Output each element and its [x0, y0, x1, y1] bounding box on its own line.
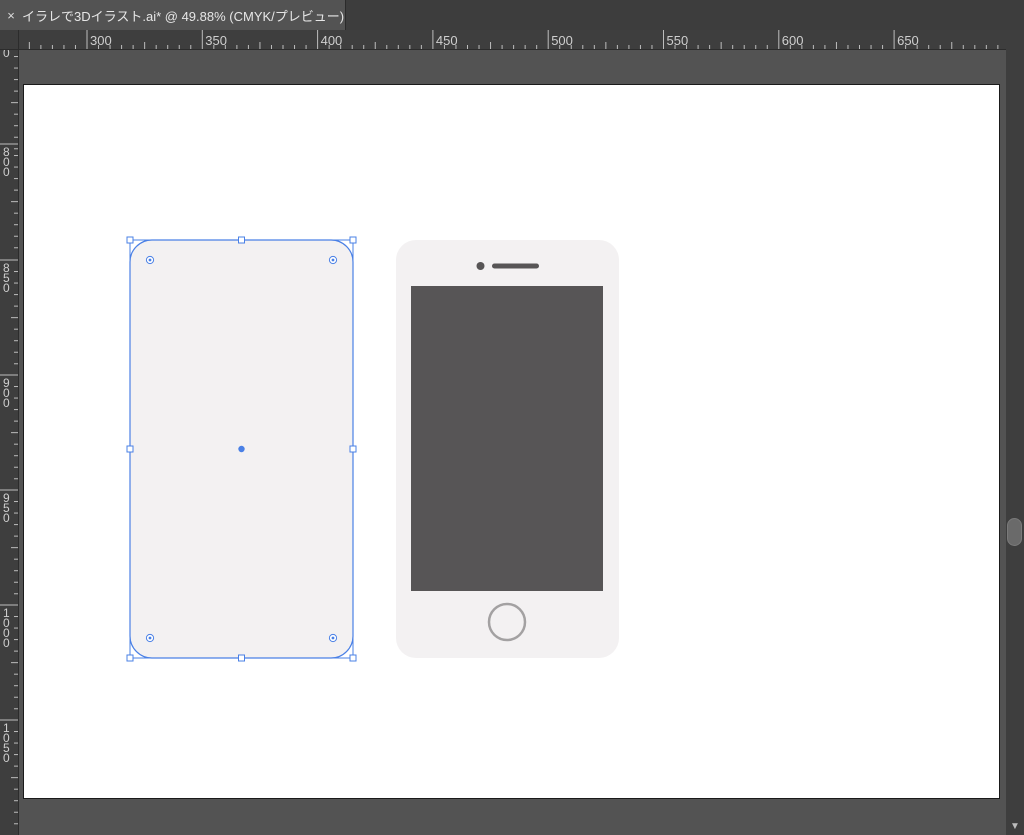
smartphone-illustration[interactable] [396, 240, 619, 658]
phone-screen[interactable] [411, 286, 603, 591]
handle-bottom-center[interactable] [238, 654, 245, 662]
handle-top-left[interactable] [126, 236, 134, 244]
corner-widget-top-right[interactable] [328, 255, 338, 265]
artwork-layer [126, 236, 619, 662]
handle-middle-right[interactable] [349, 445, 357, 453]
handle-top-center[interactable] [238, 236, 245, 244]
vertical-scrollbar[interactable] [1006, 30, 1024, 835]
chevron-down-icon[interactable]: ▼ [1006, 818, 1024, 835]
center-point[interactable] [238, 445, 245, 453]
ruler-origin[interactable] [0, 30, 19, 50]
phone-camera[interactable] [476, 262, 485, 270]
handle-middle-left[interactable] [126, 445, 134, 453]
handle-bottom-left[interactable] [126, 654, 134, 662]
corner-widget-bottom-left[interactable] [145, 633, 155, 643]
handle-top-right[interactable] [349, 236, 357, 244]
corner-widget-top-left[interactable] [145, 255, 155, 265]
vertical-scrollbar-thumb[interactable] [1007, 518, 1022, 546]
phone-speaker[interactable] [492, 263, 539, 269]
corner-widget-bottom-right[interactable] [328, 633, 338, 643]
handle-bottom-right[interactable] [349, 654, 357, 662]
